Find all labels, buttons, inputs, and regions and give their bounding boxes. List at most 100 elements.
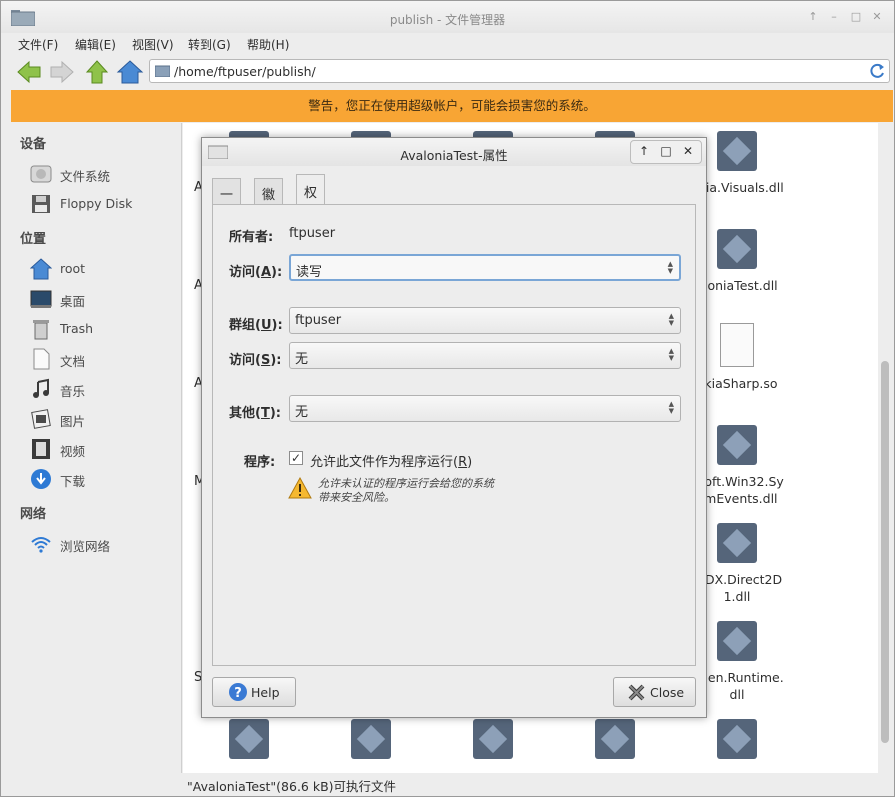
tab-emblems[interactable]: 徽标 (254, 178, 284, 222)
reload-icon[interactable] (868, 62, 886, 80)
file-item[interactable] (682, 719, 792, 759)
allow-execute-checkbox[interactable]: ✓ (289, 451, 303, 465)
owner-access-label: 访问(A): (229, 265, 283, 280)
tab-general[interactable]: 一般 (212, 178, 242, 222)
vertical-scrollbar[interactable] (878, 123, 892, 773)
dll-file-icon (717, 229, 757, 269)
sidebar-item-documents[interactable]: 文档 (30, 346, 180, 372)
window-close-button[interactable]: ✕ (870, 10, 884, 24)
dll-file-icon (717, 523, 757, 563)
sidebar-item-pictures[interactable]: 图片 (30, 406, 180, 432)
sidebar-heading-network: 网络 (20, 507, 47, 522)
close-icon (628, 684, 645, 701)
close-button-label: Close (650, 685, 685, 700)
title-bar: publish - 文件管理器 ↑ – □ ✕ (1, 1, 894, 33)
scrollbar-thumb[interactable] (881, 361, 889, 743)
spin-arrows-icon: ▲ ▼ (667, 260, 673, 275)
owner-value: ftpuser (289, 226, 336, 241)
group-access-label: 访问(S): (229, 353, 282, 368)
dll-file-icon (717, 131, 757, 171)
sidebar-item-label: Trash (60, 321, 94, 336)
sidebar-item-label: 下载 (60, 474, 86, 489)
allow-execute-label[interactable]: 允许此文件作为程序运行(R) (310, 451, 472, 470)
desktop-icon (30, 290, 52, 308)
download-icon (31, 469, 51, 489)
sidebar-item-videos[interactable]: 视频 (30, 436, 180, 462)
forward-icon[interactable] (48, 58, 76, 86)
others-access-select[interactable]: 无 ▲ ▼ (289, 395, 681, 422)
sidebar-item-label: Floppy Disk (60, 196, 133, 211)
others-access-value: 无 (295, 405, 309, 420)
group-select[interactable]: ftpuser ▲ ▼ (289, 307, 681, 334)
dialog-close-x-button[interactable]: ✕ (680, 144, 696, 158)
owner-label: 所有者: (229, 230, 274, 245)
menu-view[interactable]: 视图(V) (132, 36, 174, 53)
properties-dialog: AvaloniaTest-属性 ↑ □ ✕ 一般 徽标 权限 所有者: ftpu… (201, 137, 707, 718)
tab-permissions[interactable]: 权限 (296, 174, 326, 220)
sidebar-item-label: 浏览网络 (60, 539, 111, 554)
sidebar-heading-places: 位置 (20, 232, 47, 247)
menu-edit[interactable]: 编辑(E) (75, 36, 116, 53)
sidebar-item-floppy[interactable]: Floppy Disk (30, 191, 180, 217)
sidebar-item-label: 文档 (60, 354, 86, 369)
wifi-icon (31, 537, 51, 553)
up-icon[interactable] (83, 58, 111, 86)
root-warning-banner: 警告，您正在使用超级帐户，可能会损害您的系统。 (11, 90, 893, 122)
menu-go[interactable]: 转到(G) (188, 36, 231, 53)
sidebar-item-downloads[interactable]: 下载 (30, 466, 180, 492)
svg-text:?: ? (234, 686, 242, 701)
file-item[interactable] (438, 719, 548, 759)
sidebar-item-desktop[interactable]: 桌面 (30, 286, 180, 312)
drive-icon (30, 165, 52, 183)
group-access-value: 无 (295, 352, 309, 367)
group-access-select[interactable]: 无 ▲ ▼ (289, 342, 681, 369)
file-item[interactable] (560, 719, 670, 759)
security-note-line2: 带来安全风险。 (318, 491, 395, 504)
picture-icon (31, 409, 51, 429)
help-icon: ? (229, 683, 247, 701)
sidebar-item-trash[interactable]: Trash (30, 316, 180, 342)
dialog-up-button[interactable]: ↑ (636, 144, 652, 158)
sidebar-item-browse-network[interactable]: 浏览网络 (30, 531, 180, 557)
dll-file-icon (229, 719, 269, 759)
file-item[interactable] (194, 719, 304, 759)
help-button-label: Help (251, 685, 280, 700)
menu-bar: 文件(F) 编辑(E) 视图(V) 转到(G) 帮助(H) (1, 33, 894, 55)
file-item[interactable] (316, 719, 426, 759)
floppy-icon (32, 195, 50, 213)
menu-file[interactable]: 文件(F) (18, 36, 58, 53)
window-title: publish - 文件管理器 (389, 13, 506, 27)
dll-file-icon (595, 719, 635, 759)
window-maximize-button[interactable]: □ (849, 10, 863, 24)
sidebar-heading-devices: 设备 (20, 137, 47, 152)
group-label: 群组(U): (229, 318, 283, 333)
status-text: "AvaloniaTest"(86.6 kB)可执行文件 (187, 779, 397, 794)
sidebar-item-root[interactable]: root (30, 256, 180, 282)
menu-help[interactable]: 帮助(H) (247, 36, 289, 53)
sidebar: 设备 文件系统 Floppy Disk 位置 root 桌面 Trash 文档 (11, 123, 182, 773)
help-button[interactable]: ? Help (212, 677, 296, 707)
spin-arrows-icon: ▲ ▼ (668, 312, 674, 327)
sidebar-item-label: 音乐 (60, 384, 86, 399)
toolbar: /home/ftpuser/publish/ (1, 56, 894, 88)
dll-file-icon (351, 719, 391, 759)
trash-icon (33, 320, 49, 340)
owner-access-select[interactable]: 读写 ▲ ▼ (289, 254, 681, 281)
close-button[interactable]: Close (613, 677, 696, 707)
dialog-maximize-button[interactable]: □ (658, 144, 674, 158)
permissions-panel: 所有者: ftpuser 访问(A): 读写 ▲ ▼ 群组(U): ftpuser… (212, 204, 696, 666)
home-icon[interactable] (116, 58, 144, 86)
back-icon[interactable] (15, 58, 43, 86)
dll-file-icon (473, 719, 513, 759)
window-minimize-button[interactable]: – (827, 10, 841, 24)
video-icon (32, 439, 50, 459)
sidebar-item-label: 图片 (60, 414, 86, 429)
dialog-window-controls: ↑ □ ✕ (630, 140, 702, 164)
location-bar[interactable]: /home/ftpuser/publish/ (149, 59, 890, 83)
sidebar-item-label: root (60, 261, 86, 276)
sidebar-item-label: 视频 (60, 444, 86, 459)
group-value: ftpuser (295, 313, 342, 328)
sidebar-item-filesystem[interactable]: 文件系统 (30, 161, 180, 187)
sidebar-item-music[interactable]: 音乐 (30, 376, 180, 402)
window-up-button[interactable]: ↑ (806, 10, 820, 24)
